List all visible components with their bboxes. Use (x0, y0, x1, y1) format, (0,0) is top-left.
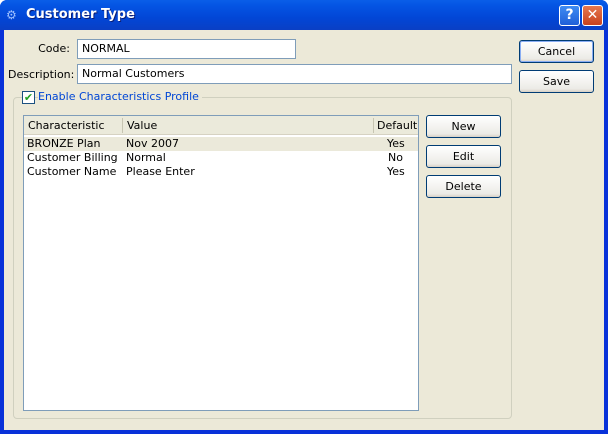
cell-value: Normal (126, 151, 166, 164)
cell-default: No (388, 151, 403, 164)
customer-type-window: ⚙ Customer Type ? ✕ Code: NORMAL Descrip… (0, 0, 608, 434)
new-button[interactable]: New (426, 115, 501, 138)
enable-profile-checkbox[interactable]: ✔ (22, 91, 35, 104)
close-button[interactable]: ✕ (582, 5, 603, 26)
edit-label: Edit (452, 150, 475, 163)
description-label: Description: (8, 68, 75, 81)
cell-characteristic: BRONZE Plan (27, 137, 101, 150)
cell-default: Yes (387, 137, 405, 150)
cell-value: Please Enter (126, 165, 195, 178)
window-title: Customer Type (26, 7, 135, 22)
column-header-default[interactable]: Default (377, 119, 417, 132)
enable-profile-label[interactable]: Enable Characteristics Profile (38, 90, 202, 103)
column-divider[interactable] (122, 118, 123, 133)
cancel-button[interactable]: Cancel (519, 40, 594, 63)
table-row[interactable]: BRONZE Plan Nov 2007 Yes (24, 137, 418, 151)
title-bar: ⚙ Customer Type ? ✕ (0, 0, 608, 30)
cell-default: Yes (387, 165, 405, 178)
cell-value: Nov 2007 (126, 137, 179, 150)
cell-characteristic: Customer Billing (27, 151, 118, 164)
characteristics-table[interactable]: Characteristic Value Default BRONZE Plan… (23, 115, 419, 411)
checkmark-icon: ✔ (23, 91, 34, 104)
code-label: Code: (38, 42, 70, 55)
new-label: New (451, 120, 476, 133)
table-row[interactable]: Customer Name Please Enter Yes (24, 165, 418, 179)
delete-button[interactable]: Delete (426, 175, 501, 198)
code-input[interactable]: NORMAL (77, 39, 296, 59)
description-input[interactable]: Normal Customers (77, 64, 512, 84)
column-header-value[interactable]: Value (127, 119, 157, 132)
column-header-characteristic[interactable]: Characteristic (28, 119, 105, 132)
cell-characteristic: Customer Name (27, 165, 117, 178)
save-button[interactable]: Save (519, 70, 594, 93)
help-button[interactable]: ? (559, 5, 580, 26)
delete-label: Delete (445, 180, 482, 193)
edit-button[interactable]: Edit (426, 145, 501, 168)
table-row[interactable]: Customer Billing Normal No (24, 151, 418, 165)
dialog-body: Code: NORMAL Description: Normal Custome… (4, 30, 604, 430)
cancel-label: Cancel (537, 45, 576, 58)
column-divider[interactable] (373, 118, 374, 133)
app-icon: ⚙ (6, 8, 17, 22)
table-header: Characteristic Value Default (24, 116, 418, 135)
save-label: Save (542, 75, 570, 88)
